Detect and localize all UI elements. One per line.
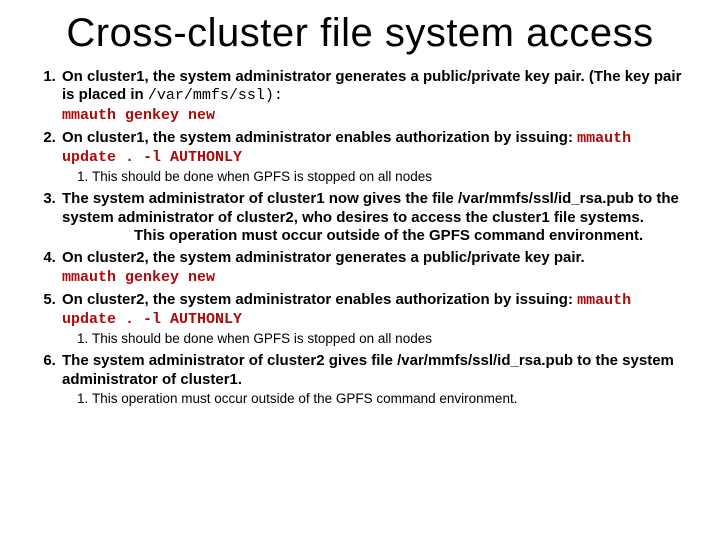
item-1-cmd: mmauth genkey new [62,107,215,124]
item-5: On cluster2, the system administrator en… [60,291,692,348]
item-4: On cluster2, the system administrator ge… [60,249,692,287]
item-5-text: On cluster2, the system administrator en… [62,291,577,308]
item-3-text-pre: The system administrator of cluster1 now… [62,190,679,225]
item-5-sub: This should be done when GPFS is stopped… [68,331,692,348]
item-6-text: The system administrator of cluster2 giv… [62,352,674,387]
item-1: On cluster1, the system administrator ge… [60,68,692,125]
item-6: The system administrator of cluster2 giv… [60,352,692,407]
item-2: On cluster1, the system administrator en… [60,129,692,186]
slide: Cross-cluster file system access On clus… [0,0,720,540]
item-6-sub: This operation must occur outside of the… [68,391,692,408]
slide-title: Cross-cluster file system access [28,12,692,54]
item-3: The system administrator of cluster1 now… [60,190,692,245]
item-3-text-post: This operation must occur outside of the… [134,227,643,244]
item-2-sub: This should be done when GPFS is stopped… [68,169,692,186]
item-1-path: /var/mmfs/ssl): [148,87,283,104]
item-4-text: On cluster2, the system administrator ge… [62,249,585,266]
item-4-cmd: mmauth genkey new [62,269,215,286]
item-2-text: On cluster1, the system administrator en… [62,129,577,146]
item-2-sub-1: This should be done when GPFS is stopped… [92,169,692,186]
item-5-sub-1: This should be done when GPFS is stopped… [92,331,692,348]
main-list: On cluster1, the system administrator ge… [32,68,692,408]
item-6-sub-1: This operation must occur outside of the… [92,391,692,408]
